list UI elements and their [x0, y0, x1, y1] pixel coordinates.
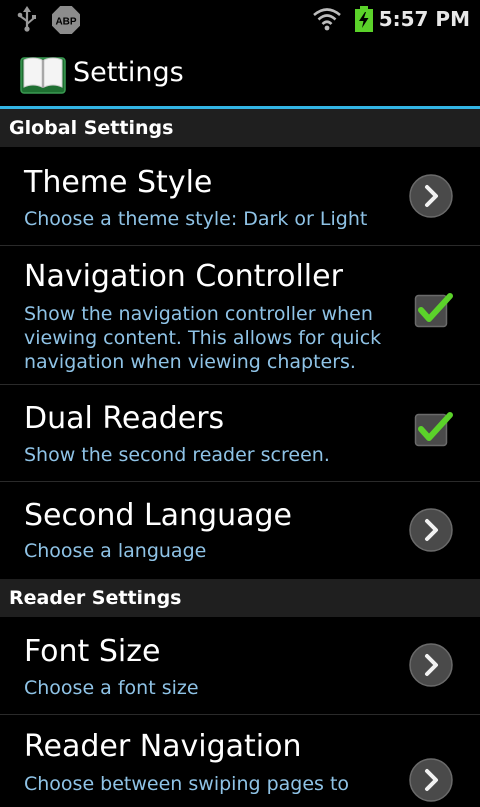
pref-dual-readers[interactable]: Dual Readers Show the second reader scre…: [0, 385, 480, 482]
pref-second-language[interactable]: Second Language Choose a language: [0, 482, 480, 579]
category-reader-settings: Reader Settings: [0, 579, 480, 617]
settings-list[interactable]: Global Settings Theme Style Choose a the…: [0, 109, 480, 803]
pref-title: Navigation Controller: [24, 259, 343, 294]
category-header-label: Global Settings: [9, 117, 174, 139]
chevron-right-icon[interactable]: [408, 642, 454, 692]
adblock-icon: ABP: [52, 6, 80, 38]
pref-title: Font Size: [24, 634, 161, 669]
pref-summary: Choose a language: [24, 540, 207, 562]
category-header-label: Reader Settings: [9, 587, 182, 609]
title-bar: Settings: [0, 38, 480, 106]
pref-summary: Show the navigation controller when view…: [24, 303, 382, 373]
status-time: 5:57 PM: [378, 7, 470, 31]
checkbox-checked[interactable]: [414, 291, 454, 335]
pref-summary: Choose a theme style: Dark or Light: [24, 208, 368, 230]
wifi-icon: [312, 7, 342, 35]
adblock-label: ABP: [55, 17, 76, 28]
pref-title: Reader Navigation: [24, 729, 302, 764]
pref-font-size[interactable]: Font Size Choose a font size: [0, 617, 480, 715]
chevron-right-icon[interactable]: [408, 507, 454, 557]
status-bar: ABP 5:57 PM: [0, 0, 480, 38]
pref-title: Theme Style: [24, 165, 213, 200]
pref-title: Dual Readers: [24, 401, 225, 436]
pref-summary: Choose between swiping pages to: [24, 773, 350, 795]
pref-navigation-controller[interactable]: Navigation Controller Show the navigatio…: [0, 246, 480, 385]
book-icon: [20, 54, 66, 98]
category-global-settings: Global Settings: [0, 109, 480, 147]
pref-reader-navigation[interactable]: Reader Navigation Choose between swiping…: [0, 715, 480, 803]
usb-icon: [16, 6, 38, 36]
pref-theme-style[interactable]: Theme Style Choose a theme style: Dark o…: [0, 147, 480, 246]
page-title: Settings: [73, 57, 184, 88]
pref-summary: Show the second reader screen.: [24, 444, 330, 466]
checkbox-checked[interactable]: [414, 410, 454, 454]
pref-title: Second Language: [24, 498, 292, 533]
battery-charging-icon: [354, 6, 374, 36]
pref-summary: Choose a font size: [24, 677, 199, 699]
chevron-right-icon[interactable]: [408, 173, 454, 223]
